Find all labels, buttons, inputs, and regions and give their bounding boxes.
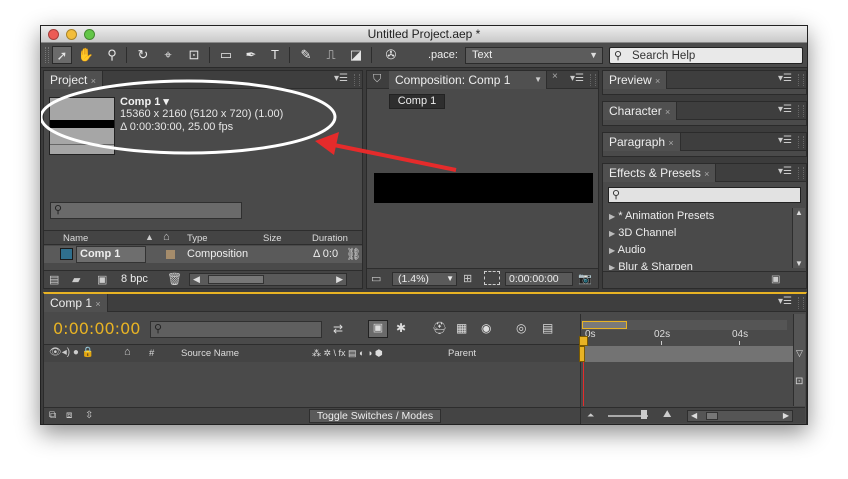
app-window: Untitled Project.aep * ➚ ✋ ⚲ ↻ ⌖ ⊡ ▭ ✒ T… xyxy=(40,25,808,425)
annotation-arrow-head xyxy=(315,132,339,155)
highlight-ellipse xyxy=(41,79,337,155)
annotation-overlay xyxy=(41,79,457,172)
annotation-arrow-shaft xyxy=(328,142,457,172)
